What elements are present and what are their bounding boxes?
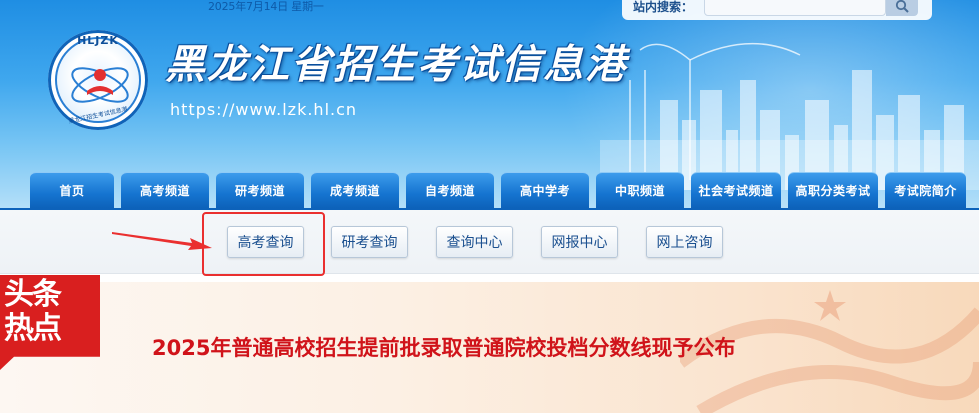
nav-item-about[interactable]: 考试院简介	[885, 172, 966, 208]
red-arrow-annotation	[112, 232, 212, 250]
site-logo[interactable]: HLJZK 黑龙江招生考试信息港	[48, 30, 148, 130]
online-registration-button[interactable]: 网报中心	[541, 226, 618, 258]
online-consult-button[interactable]: 网上咨询	[646, 226, 723, 258]
query-center-button[interactable]: 查询中心	[436, 226, 513, 258]
search-icon	[895, 0, 909, 13]
badge-line1: 头条	[4, 277, 62, 312]
main-nav: 首页 高考频道 研考频道 成考频道 自考频道 高中学考 中职频道 社会考试频道 …	[30, 172, 966, 208]
nav-item-gaokao[interactable]: 高考频道	[121, 172, 209, 208]
nav-item-home[interactable]: 首页	[30, 172, 114, 208]
nav-item-gaozhi[interactable]: 高职分类考试	[788, 172, 878, 208]
site-title[interactable]: 黑龙江省招生考试信息港	[165, 40, 627, 90]
nav-item-shehui[interactable]: 社会考试频道	[691, 172, 781, 208]
nav-item-xuekao[interactable]: 高中学考	[501, 172, 589, 208]
nav-item-zhongzhi[interactable]: 中职频道	[596, 172, 684, 208]
current-date: 2025年7月14日 星期一	[208, 0, 324, 13]
logo-text-top: HLJZK	[77, 34, 119, 47]
hot-news-badge-text: 头条 热点	[4, 278, 94, 346]
badge-line2: 热点	[4, 311, 62, 346]
search-input[interactable]	[704, 0, 886, 16]
site-url[interactable]: https://www.lzk.hl.cn	[170, 100, 357, 119]
nav-item-chengkao[interactable]: 成考频道	[311, 172, 399, 208]
nav-item-yankao[interactable]: 研考频道	[216, 172, 304, 208]
red-highlight-box	[202, 212, 325, 276]
city-skyline-graphic	[600, 42, 979, 190]
search-label: 站内搜索：	[633, 0, 694, 14]
headline-link[interactable]: 2025年普通高校招生提前批录取普通院校投档分数线现予公布	[152, 332, 735, 362]
search-button[interactable]	[886, 0, 918, 16]
yankao-query-button[interactable]: 研考查询	[331, 226, 408, 258]
nav-item-zikao[interactable]: 自考频道	[406, 172, 494, 208]
header-banner: 2025年7月14日 星期一 HLJZK 黑龙江招生考试信息港 黑龙江省招生考试…	[0, 0, 979, 210]
